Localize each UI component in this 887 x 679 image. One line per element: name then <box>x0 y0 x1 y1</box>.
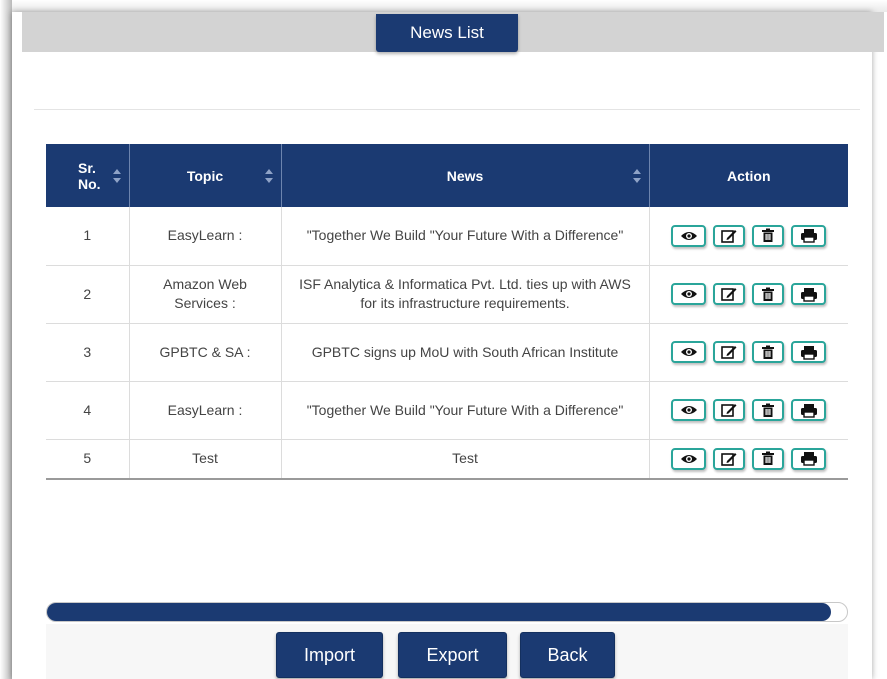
edit-icon <box>721 452 737 466</box>
news-table: Sr. No. Topic News Action 1 EasyLearn: … <box>46 144 848 480</box>
eye-icon <box>680 453 698 465</box>
view-button[interactable] <box>671 399 707 421</box>
action-cell <box>648 439 848 480</box>
edit-button[interactable] <box>713 447 746 470</box>
action-cell <box>648 207 848 266</box>
import-button[interactable]: Import <box>276 632 383 678</box>
sr-no-cell: 5 <box>46 439 129 480</box>
eye-icon <box>680 288 698 300</box>
edit-button[interactable] <box>713 224 746 247</box>
column-header-action: Action <box>648 144 848 207</box>
news-cell: "Together We Build "Your Future With a D… <box>280 381 649 440</box>
print-button[interactable] <box>791 283 827 305</box>
action-cell <box>648 381 848 440</box>
column-header-sr-no[interactable]: Sr. No. <box>46 144 129 207</box>
print-button[interactable] <box>791 447 827 470</box>
divider <box>34 109 860 110</box>
topic-cell: GPBTC & SA : <box>128 323 281 382</box>
news-cell: Test <box>280 439 649 480</box>
page-title: News List <box>376 14 518 52</box>
print-button[interactable] <box>791 399 827 421</box>
news-list-panel: News List Sr. No. Topic News Action 1 Ea… <box>12 12 884 679</box>
table-row: 5 Test Test <box>46 439 848 480</box>
edit-icon <box>721 287 737 301</box>
table-row: 4 EasyLearn : "Together We Build "Your Fut… <box>46 381 848 440</box>
trash-icon <box>761 403 775 418</box>
view-button[interactable] <box>671 341 707 363</box>
edit-button[interactable] <box>713 341 746 363</box>
window-frame-top <box>0 0 887 12</box>
edit-icon <box>721 229 737 243</box>
sr-no-cell: 2 <box>46 265 129 324</box>
topic-cell: Amazon Web Services : <box>128 265 281 324</box>
news-cell: GPBTC signs up MoU with South African In… <box>280 323 649 382</box>
delete-button[interactable] <box>752 341 785 363</box>
eye-icon <box>680 230 698 242</box>
column-header-news[interactable]: News <box>280 144 649 207</box>
sort-icon[interactable] <box>112 168 121 183</box>
topic-cell: Test <box>128 439 281 480</box>
view-button[interactable] <box>671 283 707 305</box>
table-header-row: Sr. No. Topic News Action <box>46 144 848 207</box>
eye-icon <box>680 346 698 358</box>
sr-no-cell: 3 <box>46 323 129 382</box>
topic-cell: EasyLearn : <box>128 207 281 266</box>
sr-no-cell: 1 <box>46 207 129 266</box>
sort-icon[interactable] <box>632 168 641 183</box>
table-row: 2 Amazon Web Services : ISF Analytica & In… <box>46 265 848 324</box>
print-button[interactable] <box>791 341 827 363</box>
column-header-topic[interactable]: Topic <box>128 144 281 207</box>
trash-icon <box>761 228 775 243</box>
trash-icon <box>761 287 775 302</box>
view-button[interactable] <box>671 224 707 247</box>
view-button[interactable] <box>671 447 707 470</box>
print-icon <box>800 228 818 243</box>
table-row: 3 GPBTC & SA : GPBTC signs up MoU with Sou… <box>46 323 848 382</box>
print-icon <box>800 287 818 302</box>
edit-icon <box>721 403 737 417</box>
sr-no-cell: 4 <box>46 381 129 440</box>
delete-button[interactable] <box>752 224 785 247</box>
horizontal-scrollbar[interactable] <box>46 602 848 622</box>
delete-button[interactable] <box>752 399 785 421</box>
sr-no-label: Sr. No. <box>78 159 101 192</box>
action-cell <box>648 265 848 324</box>
sort-icon[interactable] <box>264 168 273 183</box>
print-icon <box>800 451 818 466</box>
topic-cell: EasyLearn : <box>128 381 281 440</box>
edit-button[interactable] <box>713 283 746 305</box>
news-cell: "Together We Build "Your Future With a D… <box>280 207 649 266</box>
trash-icon <box>761 451 775 466</box>
eye-icon <box>680 404 698 416</box>
delete-button[interactable] <box>752 283 785 305</box>
news-cell: ISF Analytica & Informatica Pvt. Ltd. ti… <box>280 265 649 324</box>
print-button[interactable] <box>791 224 827 247</box>
window-frame-left <box>0 0 12 679</box>
action-cell <box>648 323 848 382</box>
scrollbar-thumb[interactable] <box>47 603 831 621</box>
print-icon <box>800 345 818 360</box>
print-icon <box>800 403 818 418</box>
table-row: 1 EasyLearn : "Together We Build "Your Fut… <box>46 207 848 266</box>
export-button[interactable]: Export <box>398 632 507 678</box>
edit-icon <box>721 345 737 359</box>
delete-button[interactable] <box>752 447 785 470</box>
trash-icon <box>761 345 775 360</box>
back-button[interactable]: Back <box>520 632 615 678</box>
edit-button[interactable] <box>713 399 746 421</box>
